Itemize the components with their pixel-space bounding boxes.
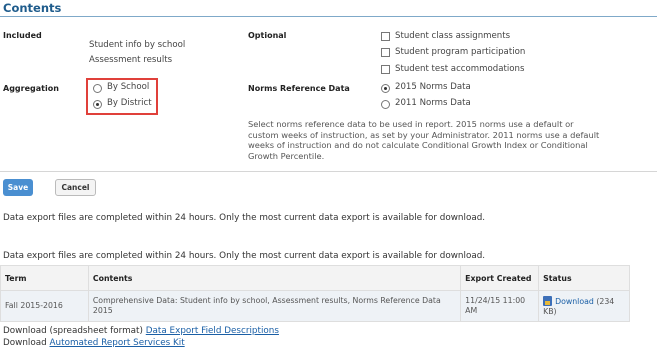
column-header-term: Term — [0, 265, 89, 291]
download-file-icon[interactable] — [543, 295, 553, 306]
cell-created-line: AM — [465, 306, 478, 315]
checkbox-class-assignments[interactable] — [381, 32, 390, 41]
radio-by-district[interactable] — [93, 100, 102, 109]
footer-prefix: Download (spreadsheet format) — [3, 326, 146, 336]
included-label: Included — [3, 31, 42, 40]
report-services-kit-link[interactable]: Automated Report Services Kit — [50, 338, 185, 348]
cell-created-line: 11/24/15 11:00 — [465, 296, 526, 305]
optional-item-program-participation: Student program participation — [395, 47, 526, 57]
footer-prefix: Download — [3, 338, 50, 348]
section-title: Contents — [3, 1, 62, 15]
table-row: Fall 2015-2016 Comprehensive Data: Stude… — [0, 290, 630, 322]
optional-item-class-assignments: Student class assignments — [395, 31, 511, 41]
cell-export-created: 11/24/15 11:00 AM — [460, 290, 540, 322]
column-header-contents: Contents — [87, 265, 462, 291]
included-item-assessment-results: Assessment results — [89, 55, 173, 65]
cell-contents: Comprehensive Data: Student info by scho… — [87, 290, 462, 322]
column-header-export-created: Export Created — [460, 265, 540, 291]
norms-help-line: weeks of instruction and do not calculat… — [248, 140, 588, 150]
aggregation-label: Aggregation — [3, 84, 59, 93]
export-note: Data export files are completed within 2… — [3, 213, 486, 223]
cell-term: Fall 2015-2016 — [0, 290, 89, 322]
footer-line-report-services-kit: Download Automated Report Services Kit — [3, 338, 185, 348]
export-table: Term Contents Export Created Status Fall… — [0, 265, 630, 322]
footer-line-field-descriptions: Download (spreadsheet format) Data Expor… — [3, 326, 279, 336]
cancel-button[interactable]: Cancel — [55, 179, 96, 196]
included-item-student-info: Student info by school — [89, 40, 186, 50]
aggregation-option-by-school: By School — [107, 82, 150, 92]
optional-item-test-accommodations: Student test accommodations — [395, 64, 525, 74]
radio-by-school[interactable] — [93, 84, 102, 93]
save-button[interactable]: Save — [3, 179, 33, 196]
optional-label: Optional — [248, 31, 287, 40]
column-header-status: Status — [538, 265, 630, 291]
norms-option-2015: 2015 Norms Data — [395, 82, 471, 92]
norms-option-2011: 2011 Norms Data — [395, 98, 471, 108]
table-header-row: Term Contents Export Created Status — [0, 265, 630, 291]
section-divider — [0, 171, 657, 172]
field-descriptions-link[interactable]: Data Export Field Descriptions — [146, 326, 279, 336]
checkbox-test-accommodations[interactable] — [381, 65, 390, 74]
norms-help-line: Select norms reference data to be used i… — [248, 119, 574, 129]
norms-help-text: Select norms reference data to be used i… — [248, 119, 648, 161]
cell-contents-line: 2015 — [92, 306, 113, 315]
radio-2015-norms[interactable] — [381, 84, 390, 93]
norms-help-line: custom weeks of instruction, as set by y… — [248, 129, 600, 140]
download-link[interactable]: Download — [555, 297, 594, 306]
aggregation-option-by-district: By District — [107, 98, 152, 108]
cell-status: Download (234 KB) — [538, 290, 630, 322]
norms-label: Norms Reference Data — [248, 84, 350, 93]
title-divider — [0, 16, 657, 17]
norms-help-line: Growth Percentile. — [248, 150, 325, 161]
cell-contents-line: Comprehensive Data: Student info by scho… — [92, 296, 441, 305]
checkbox-program-participation[interactable] — [381, 48, 390, 57]
radio-2011-norms[interactable] — [381, 100, 390, 109]
export-note-repeat: Data export files are completed within 2… — [3, 251, 486, 261]
